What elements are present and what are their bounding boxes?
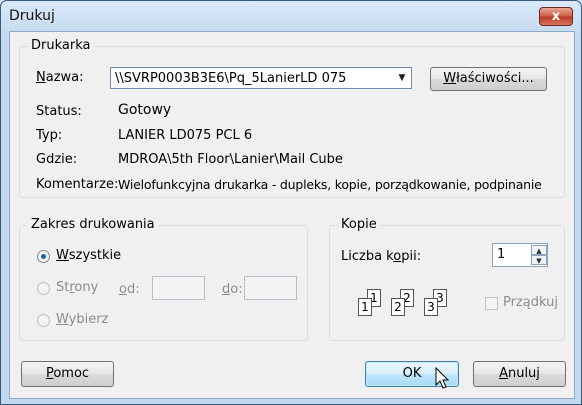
copies-increment-button[interactable]: ▲ — [531, 245, 547, 255]
status-label: Status: — [36, 104, 82, 119]
to-label: do: — [222, 282, 243, 297]
from-page-input[interactable] — [152, 276, 205, 300]
window-title: Drukuj — [9, 8, 55, 24]
copies-count-input[interactable]: 1 ▲ ▼ — [492, 243, 548, 267]
copies-group-label: Kopie — [338, 217, 380, 232]
status-value: Gotowy — [118, 102, 172, 118]
chevron-down-icon[interactable]: ▼ — [393, 68, 411, 88]
copies-decrement-button[interactable]: ▼ — [531, 255, 547, 265]
copies-count-label: Liczba kopii: — [341, 249, 422, 264]
collate-illustration: 1 1 2 2 3 3 — [355, 289, 455, 325]
properties-button[interactable]: Właściwości... — [430, 67, 547, 91]
collate-checkbox[interactable] — [485, 297, 498, 310]
printer-name-label: Nazwa: — [36, 70, 84, 85]
collate-page: 3 — [424, 298, 438, 316]
print-range-group-label: Zakres drukowania — [28, 217, 158, 232]
range-pages-label[interactable]: Strony — [56, 280, 98, 295]
printer-name-value: \\SVRP0003B3E6\Pq_5LanierLD 075 — [115, 71, 347, 86]
print-dialog: Drukuj x Drukarka Nazwa: \\SVRP0003B3E6\… — [0, 0, 582, 405]
title-bar[interactable]: Drukuj x — [1, 1, 581, 31]
range-all-label[interactable]: Wszystkie — [56, 248, 121, 263]
cancel-button[interactable]: Anuluj — [473, 361, 566, 387]
close-icon: x — [551, 9, 561, 24]
mouse-cursor-icon — [435, 367, 450, 389]
printer-name-select[interactable]: \\SVRP0003B3E6\Pq_5LanierLD 075 ▼ — [110, 67, 412, 89]
collate-page: 1 — [358, 298, 372, 316]
cancel-button-label: Anuluj — [499, 366, 540, 381]
type-label: Typ: — [36, 128, 63, 143]
comment-value: Wielofunkcyjna drukarka - dupleks, kopie… — [118, 177, 542, 192]
where-value: MDROA\5th Floor\Lanier\Mail Cube — [118, 152, 343, 167]
collate-page: 2 — [391, 298, 405, 316]
where-label: Gdzie: — [36, 152, 78, 167]
from-label: od: — [119, 282, 140, 297]
copies-count-value: 1 — [497, 247, 506, 262]
printer-group-label: Drukarka — [28, 38, 94, 53]
properties-button-label: Właściwości... — [443, 71, 534, 86]
close-button[interactable]: x — [539, 7, 573, 26]
dialog-body: Drukarka Nazwa: \\SVRP0003B3E6\Pq_5Lanie… — [9, 31, 575, 399]
ok-button-label: OK — [402, 366, 422, 381]
comment-label: Komentarze: — [36, 177, 119, 192]
range-selection-radio[interactable] — [37, 314, 50, 327]
range-pages-radio[interactable] — [37, 282, 50, 295]
to-page-input[interactable] — [244, 276, 297, 300]
type-value: LANIER LD075 PCL 6 — [118, 128, 253, 143]
range-selection-label[interactable]: Wybierz — [56, 312, 108, 327]
collate-label[interactable]: Prządkuj — [503, 295, 558, 310]
range-all-radio[interactable] — [37, 250, 50, 263]
help-button[interactable]: Pomoc — [21, 361, 114, 387]
help-button-label: Pomoc — [45, 366, 90, 381]
